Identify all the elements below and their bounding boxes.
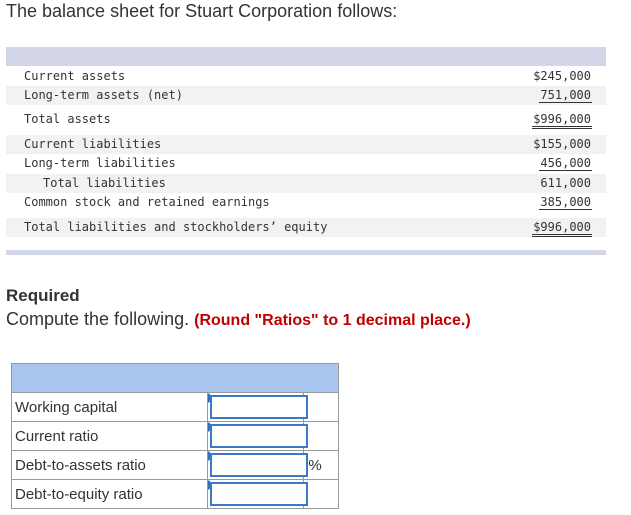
answer-cell (206, 421, 308, 451)
required-instructions: Compute the following. (Round "Ratios" t… (6, 309, 471, 330)
answer-row-current-ratio: Current ratio (11, 421, 339, 451)
answer-cell (206, 479, 308, 509)
bs-label: Total assets (24, 112, 111, 126)
bs-amount: 611,000 (540, 176, 591, 190)
bs-row-total-liabilities-equity: Total liabilities and stockholders’ equi… (6, 218, 606, 237)
bs-label: Total liabilities (43, 176, 166, 190)
bs-row-total-assets: Total assets $996,000 (6, 110, 606, 129)
answer-table-header (11, 363, 339, 393)
rounding-note: (Round "Ratios" to 1 decimal place.) (194, 312, 471, 329)
working-capital-input[interactable] (209, 395, 308, 419)
required-heading: Required (6, 286, 80, 305)
bs-row-current-liabilities: Current liabilities $155,000 (6, 135, 606, 154)
bs-row-current-assets: Current assets $245,000 (6, 67, 606, 86)
answer-label: Current ratio (11, 421, 208, 451)
answer-cell (206, 392, 308, 422)
unit-cell (303, 421, 339, 451)
answer-table: Working capital Current ratio Debt-to-as… (11, 363, 339, 509)
debt-to-assets-input[interactable] (209, 453, 308, 477)
balance-sheet: Current assets $245,000 Long-term assets… (6, 66, 606, 250)
answer-table-header-cell (11, 363, 339, 393)
unit-cell (303, 392, 339, 422)
answer-row-debt-to-assets: Debt-to-assets ratio % (11, 450, 339, 480)
bs-row-long-term-assets: Long-term assets (net) 751,000 (6, 86, 606, 105)
bs-amount: $996,000 (532, 112, 592, 129)
bs-label: Current assets (24, 69, 126, 83)
answer-label: Debt-to-assets ratio (11, 450, 208, 480)
required-text: Compute the following. (6, 309, 190, 329)
bs-row-long-term-liabilities: Long-term liabilities 456,000 (6, 154, 606, 173)
balance-sheet-header-bar (6, 47, 606, 66)
percent-unit: % (303, 450, 339, 480)
bs-label: Long-term assets (net) (24, 88, 183, 102)
balance-sheet-footer-bar (6, 250, 606, 255)
bs-amount: 385,000 (539, 195, 592, 210)
bs-row-total-liabilities: Total liabilities 611,000 (6, 174, 606, 193)
bs-amount: $996,000 (532, 220, 592, 237)
bs-label: Long-term liabilities (24, 156, 176, 170)
bs-label: Current liabilities (24, 137, 162, 151)
answer-label: Working capital (11, 392, 208, 422)
bs-amount: $245,000 (533, 69, 591, 83)
intro-text: The balance sheet for Stuart Corporation… (6, 1, 398, 21)
bs-amount: 456,000 (539, 156, 592, 171)
answer-cell (206, 450, 308, 480)
current-ratio-input[interactable] (209, 424, 308, 448)
bs-amount: $155,000 (533, 137, 591, 151)
answer-label: Debt-to-equity ratio (11, 479, 208, 509)
debt-to-equity-input[interactable] (209, 482, 308, 506)
answer-row-debt-to-equity: Debt-to-equity ratio (11, 479, 339, 509)
unit-cell (303, 479, 339, 509)
bs-amount: 751,000 (539, 88, 592, 103)
answer-row-working-capital: Working capital (11, 392, 339, 422)
bs-row-common-stock: Common stock and retained earnings 385,0… (6, 193, 606, 212)
bs-label: Total liabilities and stockholders’ equi… (24, 220, 328, 234)
bs-label: Common stock and retained earnings (24, 195, 270, 209)
